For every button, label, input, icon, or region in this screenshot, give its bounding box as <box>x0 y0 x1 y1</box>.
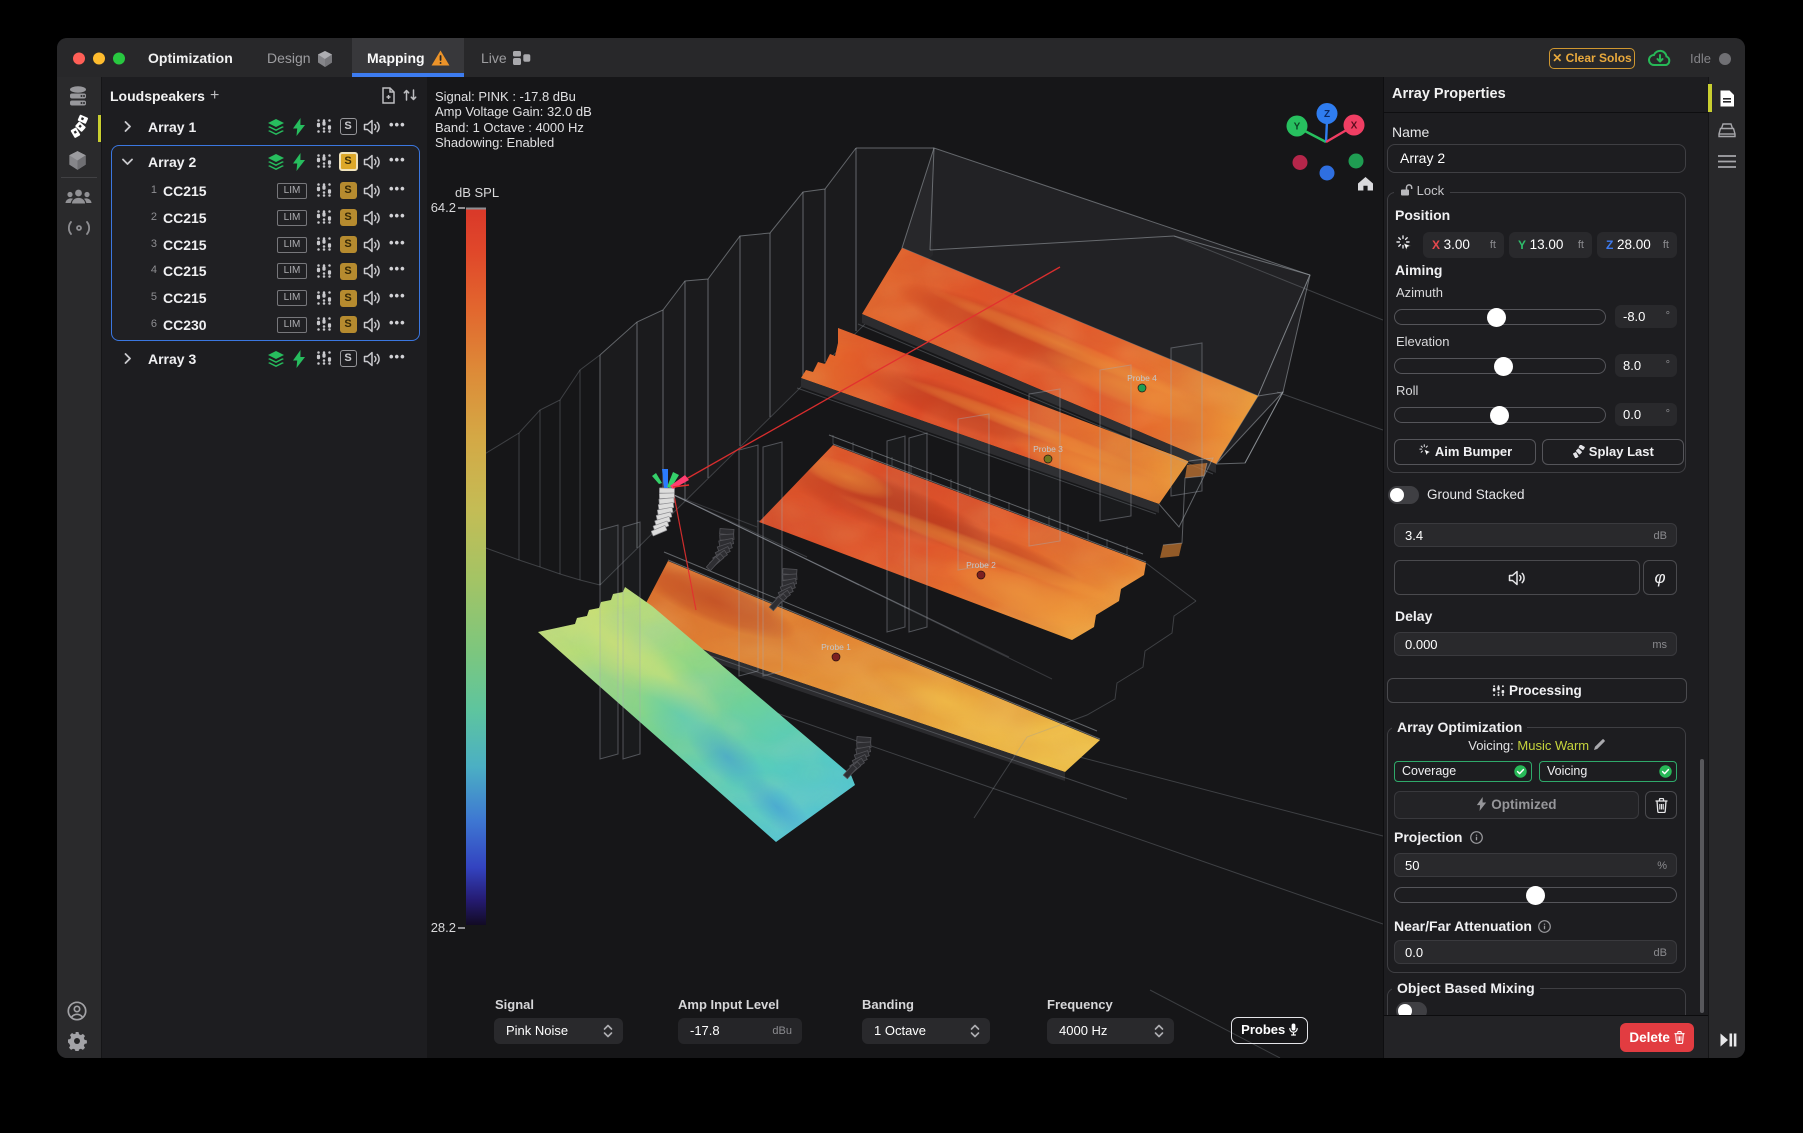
svg-text:dB SPL: dB SPL <box>455 185 499 200</box>
svg-text:Probe 4: Probe 4 <box>1127 373 1157 383</box>
svg-text:Probe 3: Probe 3 <box>1033 444 1063 454</box>
svg-text:Probe 1: Probe 1 <box>821 642 851 652</box>
svg-text:Y: Y <box>1294 122 1301 133</box>
svg-text:64.2: 64.2 <box>431 200 456 215</box>
svg-text:Probe 2: Probe 2 <box>966 560 996 570</box>
svg-text:X: X <box>1351 121 1358 132</box>
svg-text:28.2: 28.2 <box>431 920 456 935</box>
svg-text:Z: Z <box>1324 109 1330 120</box>
